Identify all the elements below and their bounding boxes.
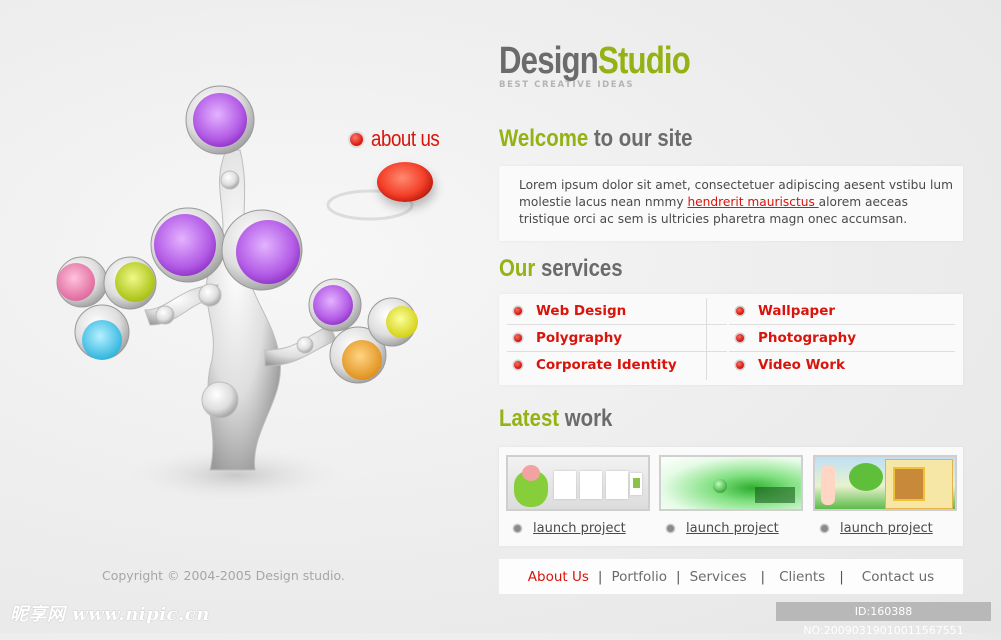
bullet-icon [514,361,522,369]
service-photography[interactable]: Photography [729,325,955,352]
latest-heading-rest: work [559,405,613,432]
launch-project-label[interactable]: launch project [533,521,626,536]
service-label: Web Design [536,303,627,319]
pod-small-purple [308,278,362,332]
service-polygraphy[interactable]: Polygraphy [507,325,727,352]
services-heading: Our services [499,255,623,283]
launch-project-link-3[interactable]: launch project [821,521,957,536]
bullet-icon [667,525,674,532]
separator: | [760,568,766,585]
welcome-text: Lorem ipsum dolor sit amet, consectetuer… [519,177,955,228]
services-column-left: Web Design Polygraphy Corporate Identity [507,298,727,378]
footer-link-clients[interactable]: Clients [779,569,825,585]
latest-heading-highlight: Latest [499,405,560,432]
bullet-icon [736,361,744,369]
red-dot-icon [350,132,363,146]
pod-top [185,85,255,155]
welcome-heading: Welcome to our site [499,125,692,153]
bullet-icon [514,307,522,315]
services-heading-highlight: Our [499,255,536,282]
logo: DesignStudio BEST CREATIVE IDEAS [499,40,732,90]
footer-link-about-us[interactable]: About Us [528,569,589,585]
watermark: 昵享网 www.nipic.cn [10,604,210,625]
bullet-icon [821,525,828,532]
copyright-text: Copyright © 2004-2005 Design studio. [102,568,345,583]
work-item: launch project [813,455,957,536]
bullet-icon [736,334,744,342]
project-thumbnail-2[interactable] [659,455,803,511]
pod-big-right [221,209,303,291]
pod-yellow [367,297,418,347]
footer-link-portfolio[interactable]: Portfolio [611,569,667,585]
latest-work-panel: launch project launch project launch pro… [499,447,963,546]
launch-project-link-1[interactable]: launch project [514,521,650,536]
welcome-heading-highlight: Welcome [499,125,589,152]
service-label: Video Work [758,357,845,373]
footer-link-services[interactable]: Services [690,569,747,585]
service-web-design[interactable]: Web Design [507,298,727,325]
welcome-panel: Lorem ipsum dolor sit amet, consectetuer… [499,166,963,241]
work-item: launch project [659,455,803,536]
services-panel: Web Design Polygraphy Corporate Identity… [499,294,963,385]
about-us-link[interactable]: about us [350,126,451,152]
image-id-badge: ID:160388 NO:20090319010011567551 [776,602,991,637]
welcome-heading-rest: to our site [588,125,693,152]
services-heading-rest: services [535,255,623,282]
separator: | [597,568,603,585]
service-label: Corporate Identity [536,357,677,373]
footer-link-contact-us[interactable]: Contact us [862,569,934,585]
launch-project-label[interactable]: launch project [686,521,779,536]
launch-project-link-2[interactable]: launch project [667,521,803,536]
logo-design: Design [499,40,599,82]
service-wallpaper[interactable]: Wallpaper [729,298,955,325]
welcome-inline-link[interactable]: hendrerit maurisctus [687,195,818,209]
pod-pink [56,256,108,308]
launch-project-label[interactable]: launch project [840,521,933,536]
pod-big-left [150,207,226,283]
bullet-icon [514,334,522,342]
service-corporate-identity[interactable]: Corporate Identity [507,352,727,378]
separator: | [839,568,844,585]
service-label: Photography [758,330,857,346]
red-round-button[interactable] [377,162,433,202]
services-column-right: Wallpaper Photography Video Work [729,298,955,378]
about-us-label: about us [371,126,440,151]
services-divider [706,298,707,380]
service-label: Polygraphy [536,330,623,346]
project-thumbnail-3[interactable] [813,455,957,511]
pod-lime [103,256,157,310]
service-label: Wallpaper [758,303,836,319]
bullet-icon [736,307,744,315]
service-video-work[interactable]: Video Work [729,352,955,378]
logo-studio: Studio [597,40,691,82]
footer-nav: About Us | Portfolio | Services | Clients | … [499,559,963,594]
latest-work-heading: Latest work [499,405,612,433]
project-thumbnail-1[interactable] [506,455,650,511]
tree-trunk [144,149,337,471]
work-item: launch project [506,455,650,536]
pod-cyan [74,304,130,360]
separator: | [676,568,681,585]
bullet-icon [514,525,521,532]
